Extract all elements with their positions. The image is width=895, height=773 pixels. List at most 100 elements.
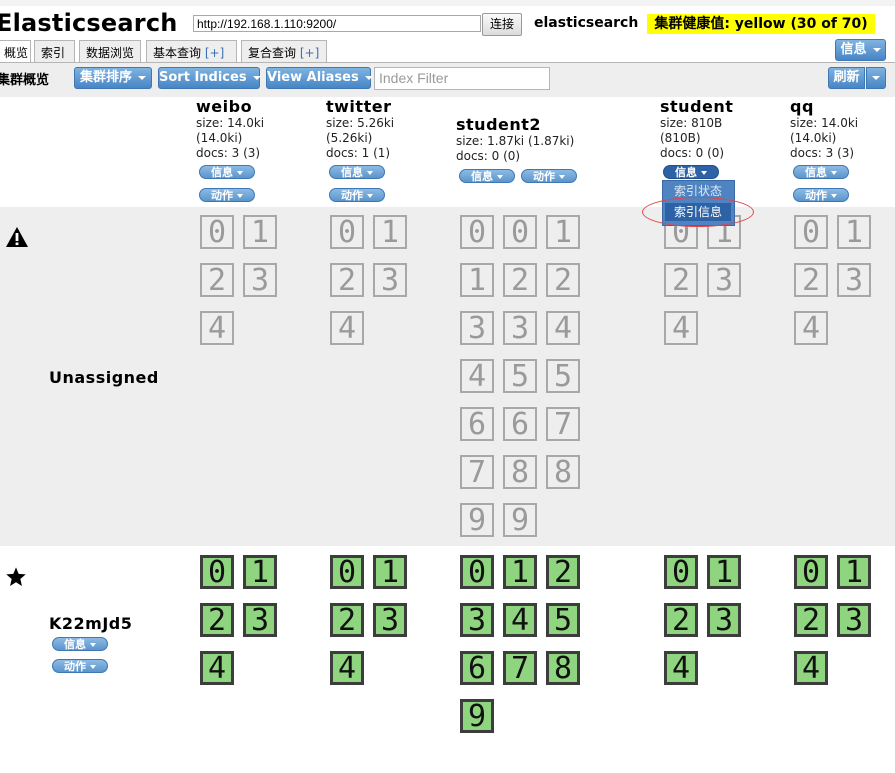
chevron-down-icon — [831, 171, 837, 175]
index-action-button[interactable]: 动作 — [521, 169, 577, 183]
index-info-button[interactable]: 信息 — [329, 165, 385, 179]
shard[interactable]: 4 — [794, 651, 828, 685]
shard[interactable]: 1 — [503, 555, 537, 589]
shard[interactable]: 5 — [503, 359, 537, 393]
shard[interactable]: 2 — [330, 263, 364, 297]
shard[interactable]: 5 — [546, 359, 580, 393]
shard[interactable]: 2 — [664, 603, 698, 637]
shard[interactable]: 4 — [664, 651, 698, 685]
shard[interactable]: 4 — [330, 651, 364, 685]
shard[interactable]: 4 — [460, 359, 494, 393]
shard[interactable]: 3 — [707, 263, 741, 297]
shard[interactable]: 1 — [373, 555, 407, 589]
shard[interactable]: 1 — [460, 263, 494, 297]
index-info-button[interactable]: 信息 — [793, 165, 849, 179]
shard[interactable]: 4 — [664, 311, 698, 345]
shard[interactable]: 2 — [200, 263, 234, 297]
shard[interactable]: 0 — [460, 215, 494, 249]
shard[interactable]: 4 — [330, 311, 364, 345]
shard[interactable]: 2 — [794, 263, 828, 297]
shard[interactable]: 4 — [503, 603, 537, 637]
index-info-button[interactable]: 信息 — [459, 169, 515, 183]
tab-structured-query[interactable]: 复合查询 [+] — [241, 40, 327, 62]
tab-browser[interactable]: 数据浏览 — [79, 40, 141, 62]
shard[interactable]: 2 — [546, 555, 580, 589]
tab-indices[interactable]: 索引 — [34, 40, 75, 62]
shard[interactable]: 0 — [664, 555, 698, 589]
info-menu-button[interactable]: 信息 — [835, 39, 886, 61]
shard[interactable]: 1 — [837, 215, 871, 249]
shard[interactable]: 2 — [546, 263, 580, 297]
shard[interactable]: 3 — [707, 603, 741, 637]
shard[interactable]: 3 — [460, 603, 494, 637]
index-action-button[interactable]: 动作 — [329, 188, 385, 202]
shard[interactable]: 7 — [503, 651, 537, 685]
shard[interactable]: 5 — [546, 603, 580, 637]
shard[interactable]: 9 — [460, 503, 494, 537]
index-info-button[interactable]: 信息 — [663, 165, 719, 179]
shard[interactable]: 2 — [664, 263, 698, 297]
refresh-options-button[interactable] — [866, 67, 886, 89]
shard[interactable]: 0 — [460, 555, 494, 589]
shard[interactable]: 1 — [546, 215, 580, 249]
shard[interactable]: 1 — [837, 555, 871, 589]
shard[interactable]: 0 — [794, 555, 828, 589]
shard[interactable]: 3 — [837, 263, 871, 297]
chevron-down-icon — [364, 75, 373, 80]
shard[interactable]: 6 — [460, 407, 494, 441]
shard[interactable]: 3 — [503, 311, 537, 345]
shard[interactable]: 9 — [460, 699, 494, 733]
shard[interactable]: 0 — [330, 215, 364, 249]
shard[interactable]: 2 — [794, 603, 828, 637]
shard[interactable]: 0 — [794, 215, 828, 249]
tab-basic-query[interactable]: 基本查询 [+] — [146, 40, 237, 62]
sort-cluster-button[interactable]: 集群排序 — [74, 67, 152, 89]
shard[interactable]: 9 — [503, 503, 537, 537]
index-filter-input[interactable]: Index Filter — [374, 67, 550, 90]
shard[interactable]: 3 — [373, 263, 407, 297]
shard[interactable]: 2 — [503, 263, 537, 297]
shard[interactable]: 7 — [460, 455, 494, 489]
shard[interactable]: 2 — [330, 603, 364, 637]
shard[interactable]: 8 — [546, 455, 580, 489]
shard[interactable]: 4 — [200, 651, 234, 685]
tab-overview[interactable]: 概览 — [0, 40, 31, 63]
connect-button[interactable]: 连接 — [482, 13, 522, 36]
index-size: size: 1.87ki (1.87ki) — [456, 134, 575, 148]
index-info-button[interactable]: 信息 — [199, 165, 255, 179]
shard[interactable]: 6 — [460, 651, 494, 685]
shard[interactable]: 0 — [330, 555, 364, 589]
shard[interactable]: 1 — [373, 215, 407, 249]
shard[interactable]: 4 — [794, 311, 828, 345]
shard[interactable]: 0 — [200, 215, 234, 249]
shard[interactable]: 0 — [503, 215, 537, 249]
sort-indices-button[interactable]: Sort Indices — [158, 67, 261, 89]
shard[interactable]: 2 — [200, 603, 234, 637]
shard[interactable]: 8 — [546, 651, 580, 685]
shard[interactable]: 3 — [373, 603, 407, 637]
shard[interactable]: 7 — [546, 407, 580, 441]
shard[interactable]: 3 — [243, 603, 277, 637]
shard[interactable]: 1 — [243, 215, 277, 249]
shard[interactable]: 1 — [707, 555, 741, 589]
index-docs: docs: 0 (0) — [660, 146, 725, 160]
shard[interactable]: 6 — [503, 407, 537, 441]
view-aliases-label: View Aliases — [267, 70, 359, 85]
shard[interactable]: 4 — [200, 311, 234, 345]
chevron-down-icon — [252, 75, 261, 80]
shard[interactable]: 8 — [503, 455, 537, 489]
index-action-button[interactable]: 动作 — [199, 188, 255, 202]
shard[interactable]: 0 — [200, 555, 234, 589]
pill-label: 信息 — [341, 166, 363, 179]
url-input[interactable]: http://192.168.1.110:9200/ — [193, 15, 481, 32]
shard[interactable]: 4 — [546, 311, 580, 345]
node-info-button[interactable]: 信息 — [52, 637, 108, 651]
view-aliases-button[interactable]: View Aliases — [266, 67, 373, 89]
shard[interactable]: 3 — [460, 311, 494, 345]
shard[interactable]: 3 — [837, 603, 871, 637]
index-action-button[interactable]: 动作 — [793, 188, 849, 202]
node-action-button[interactable]: 动作 — [52, 659, 108, 673]
refresh-button[interactable]: 刷新 — [828, 67, 865, 89]
shard[interactable]: 1 — [243, 555, 277, 589]
shard[interactable]: 3 — [243, 263, 277, 297]
